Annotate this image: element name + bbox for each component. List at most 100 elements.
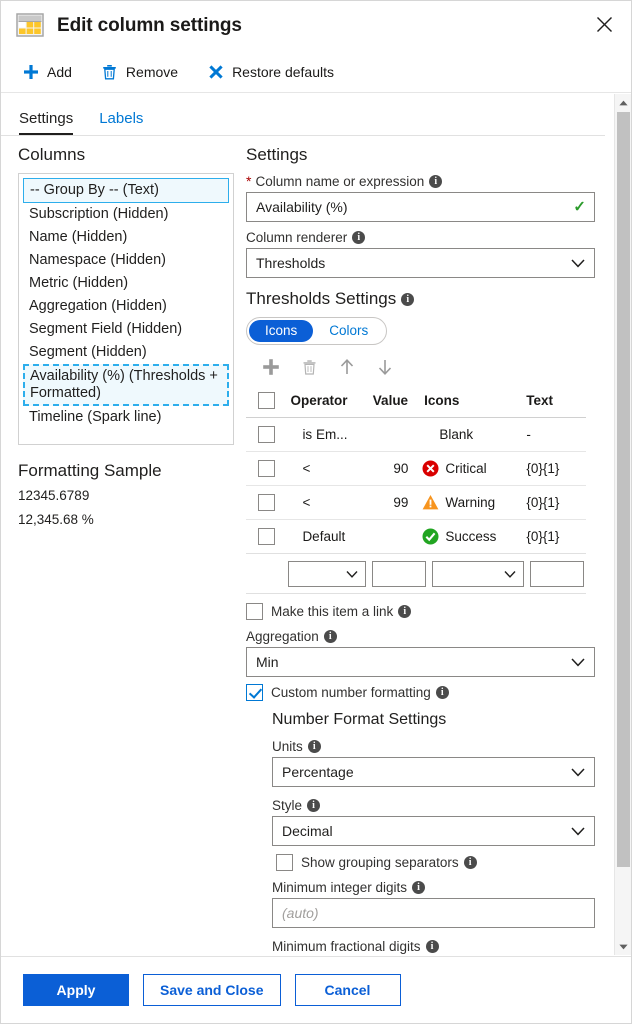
formatting-sample-output: 12,345.68 % — [18, 512, 234, 527]
info-icon[interactable]: i — [464, 856, 477, 869]
table-row[interactable]: < 90 Critical {0}{1} — [246, 452, 586, 486]
column-list-item-name[interactable]: Name (Hidden) — [23, 226, 229, 249]
new-row-icon-select[interactable] — [432, 561, 524, 587]
new-row-value-input[interactable] — [372, 561, 426, 587]
column-renderer-label-text: Column renderer — [246, 230, 347, 245]
column-list-item-subscription[interactable]: Subscription (Hidden) — [23, 203, 229, 226]
dialog-titlebar: Edit column settings — [1, 1, 631, 49]
units-value: Percentage — [282, 764, 354, 780]
settings-heading: Settings — [246, 145, 595, 165]
grouping-separators-row: Show grouping separators i — [276, 854, 595, 871]
column-list-item-timeline[interactable]: Timeline (Spark line) — [23, 406, 229, 429]
warning-icon — [422, 494, 439, 511]
table-row[interactable]: < 99 Warning {0}{1} — [246, 486, 586, 520]
header-icons: Icons — [422, 393, 526, 408]
info-icon[interactable]: i — [307, 799, 320, 812]
min-fractional-digits-label-text: Minimum fractional digits — [272, 939, 421, 954]
chevron-down-icon — [571, 255, 585, 271]
add-button[interactable]: Add — [17, 56, 76, 88]
units-select[interactable]: Percentage — [272, 757, 595, 787]
column-list-item-aggregation[interactable]: Aggregation (Hidden) — [23, 295, 229, 318]
info-icon[interactable]: i — [352, 231, 365, 244]
units-label: Units i — [272, 739, 595, 754]
restore-defaults-button[interactable]: Restore defaults — [202, 56, 338, 88]
column-item-label: Timeline (Spark line) — [29, 409, 161, 425]
row-checkbox[interactable] — [258, 426, 275, 443]
remove-button[interactable]: Remove — [96, 56, 182, 88]
close-icon[interactable] — [587, 7, 621, 41]
column-item-label: Name (Hidden) — [29, 229, 127, 245]
column-name-input[interactable]: Availability (%) ✓ — [246, 192, 595, 222]
column-list-item-segment[interactable]: Segment (Hidden) — [23, 341, 229, 364]
column-list-item-metric[interactable]: Metric (Hidden) — [23, 272, 229, 295]
scrollbar-thumb[interactable] — [617, 112, 630, 867]
aggregation-select[interactable]: Min — [246, 647, 595, 677]
aggregation-label-text: Aggregation — [246, 629, 319, 644]
select-all-checkbox[interactable] — [258, 392, 275, 409]
critical-icon — [422, 460, 439, 477]
info-icon[interactable]: i — [398, 605, 411, 618]
column-renderer-select[interactable]: Thresholds — [246, 248, 595, 278]
required-marker: * — [246, 173, 251, 189]
column-list-item-group-by[interactable]: -- Group By -- (Text) — [23, 178, 229, 203]
pivot-item-icons[interactable]: Icons — [249, 320, 313, 342]
apply-button[interactable]: Apply — [23, 974, 129, 1006]
custom-number-formatting-checkbox[interactable] — [246, 684, 263, 701]
vertical-scrollbar[interactable] — [614, 94, 631, 955]
column-list-item-namespace[interactable]: Namespace (Hidden) — [23, 249, 229, 272]
row-operator: Default — [286, 529, 362, 544]
row-checkbox[interactable] — [258, 460, 275, 477]
row-icon-label: Critical — [445, 461, 486, 476]
table-row[interactable]: Default Success {0}{1} — [246, 520, 586, 554]
trash-icon — [100, 62, 119, 81]
checkmark-icon: ✓ — [573, 200, 586, 215]
info-icon[interactable]: i — [436, 686, 449, 699]
columns-heading: Columns — [18, 145, 234, 165]
move-up-icon[interactable] — [328, 354, 366, 380]
pivot-item-colors[interactable]: Colors — [313, 320, 384, 342]
chevron-down-icon — [571, 823, 585, 839]
column-list-item-segment-field[interactable]: Segment Field (Hidden) — [23, 318, 229, 341]
row-text: {0}{1} — [526, 495, 586, 510]
thresholds-table: Operator Value Icons Text is Em... Blank — [246, 384, 586, 594]
cancel-button[interactable]: Cancel — [295, 974, 401, 1006]
column-renderer-label: Column renderer i — [246, 230, 595, 245]
info-icon[interactable]: i — [401, 293, 414, 306]
columns-panel: Columns -- Group By -- (Text) Subscripti… — [18, 145, 234, 536]
info-icon[interactable]: i — [324, 630, 337, 643]
scroll-down-icon[interactable] — [615, 938, 632, 955]
column-name-label-text: Column name or expression — [255, 174, 424, 189]
info-icon[interactable]: i — [308, 740, 321, 753]
grouping-separators-checkbox[interactable] — [276, 854, 293, 871]
add-threshold-icon[interactable] — [252, 354, 290, 380]
tab-settings[interactable]: Settings — [19, 110, 73, 135]
new-row-operator-select[interactable] — [288, 561, 366, 587]
row-checkbox[interactable] — [258, 494, 275, 511]
row-select-cell — [246, 494, 286, 511]
chevron-down-icon — [504, 566, 516, 581]
save-and-close-button[interactable]: Save and Close — [143, 974, 281, 1006]
min-integer-digits-input[interactable]: (auto) — [272, 898, 595, 928]
row-icon-cell: Warning — [422, 494, 526, 511]
column-list-item-availability[interactable]: Availability (%) (Thresholds + Formatted… — [23, 364, 229, 406]
thresholds-mode-pivot: Icons Colors — [246, 317, 387, 345]
column-item-label: Subscription (Hidden) — [29, 206, 168, 222]
chevron-down-icon — [571, 764, 585, 780]
new-row-text-input[interactable] — [530, 561, 584, 587]
thresholds-settings-heading: Thresholds Settings i — [246, 289, 595, 309]
info-icon[interactable]: i — [426, 940, 439, 953]
tab-labels[interactable]: Labels — [99, 110, 143, 135]
info-icon[interactable]: i — [429, 175, 442, 188]
style-select[interactable]: Decimal — [272, 816, 595, 846]
make-link-checkbox[interactable] — [246, 603, 263, 620]
table-row[interactable]: is Em... Blank - — [246, 418, 586, 452]
info-icon[interactable]: i — [412, 881, 425, 894]
move-down-icon[interactable] — [366, 354, 404, 380]
delete-threshold-icon[interactable] — [290, 354, 328, 380]
x-cross-icon — [206, 62, 225, 81]
columns-listbox[interactable]: -- Group By -- (Text) Subscription (Hidd… — [18, 173, 234, 445]
scroll-up-icon[interactable] — [615, 94, 632, 111]
row-text: {0}{1} — [526, 529, 586, 544]
row-checkbox[interactable] — [258, 528, 275, 545]
make-link-label: Make this item a link — [271, 604, 393, 619]
